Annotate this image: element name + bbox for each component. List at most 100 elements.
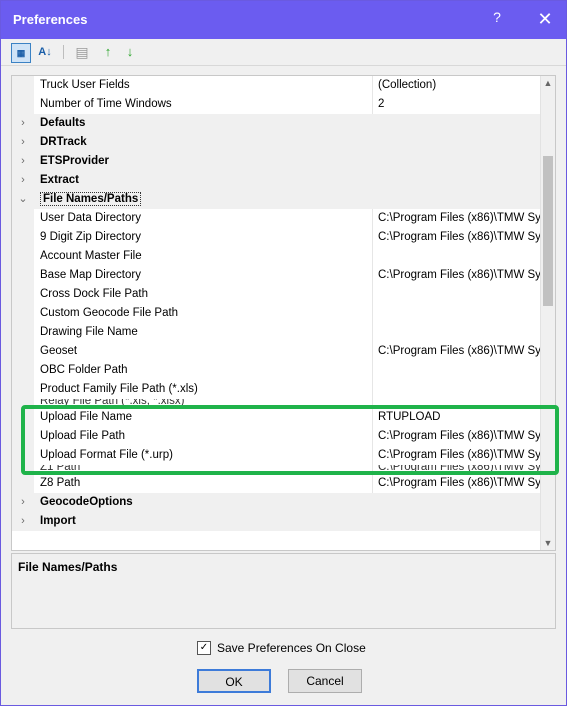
row-gutter [12,446,34,465]
property-value[interactable]: C:\Program Files (x86)\TMW Sy [378,266,542,285]
ok-button[interactable]: OK [197,669,271,693]
property-row[interactable]: Relay File Path (*.xls, *.xlsx) [12,399,542,408]
property-rows: Truck User Fields (Collection) Number of T… [12,76,542,531]
vertical-scrollbar[interactable]: ▲ ▼ [540,76,555,550]
property-row[interactable]: Upload Format File (*.urp) C:\Program Fil… [12,446,542,465]
category-row[interactable]: › DRTrack [12,133,542,152]
property-value[interactable]: (Collection) [378,76,542,95]
row-gutter [12,342,34,361]
property-name: Product Family File Path (*.xls) [40,383,198,395]
property-row[interactable]: Z1 Path C:\Program Files (x86)\TMW Sy [12,465,542,474]
property-row[interactable]: OBC Folder Path [12,361,542,380]
column-divider [372,228,373,247]
property-value[interactable]: C:\Program Files (x86)\TMW Sy [378,474,542,493]
scroll-down-icon[interactable]: ▼ [541,538,555,548]
close-icon[interactable]: ✕ [533,7,557,31]
chevron-right-icon[interactable]: › [12,171,34,190]
column-divider [372,304,373,323]
help-icon[interactable]: ? [487,9,507,29]
save-preferences-checkbox[interactable]: ✓ Save Preferences On Close [197,639,366,657]
property-value[interactable]: C:\Program Files (x86)\TMW Sy [378,342,542,361]
property-value[interactable]: C:\Program Files (x86)\TMW Sy [378,465,542,474]
description-title: File Names/Paths [18,560,118,574]
property-row[interactable]: Cross Dock File Path [12,285,542,304]
property-row[interactable]: Geoset C:\Program Files (x86)\TMW Sy [12,342,542,361]
checkbox-checked-icon[interactable]: ✓ [197,640,211,655]
column-divider [372,465,373,474]
category-row[interactable]: ⌄ File Names/Paths [12,190,542,209]
scroll-up-icon[interactable]: ▲ [541,78,555,88]
cancel-button[interactable]: Cancel [288,669,362,693]
property-pages-icon[interactable]: ▤ [73,43,91,61]
column-divider [372,446,373,465]
property-row[interactable]: Truck User Fields (Collection) [12,76,542,95]
window-title: Preferences [13,12,88,27]
property-value[interactable]: C:\Program Files (x86)\TMW Sy [378,446,542,465]
row-gutter [12,95,34,114]
alphabetical-sort-icon[interactable]: A↓ [35,43,55,61]
move-down-icon[interactable]: ↓ [123,43,137,61]
row-gutter [12,304,34,323]
property-row[interactable]: Product Family File Path (*.xls) [12,380,542,399]
property-name: Upload File Name [40,411,133,423]
property-grid-toolbar: ▦ A↓ ▤ ↑ ↓ [1,39,566,66]
property-row[interactable]: User Data Directory C:\Program Files (x86… [12,209,542,228]
chevron-down-icon[interactable]: ⌄ [12,190,34,209]
property-row[interactable]: 9 Digit Zip Directory C:\Program Files (x… [12,228,542,247]
column-divider [372,323,373,342]
row-gutter [12,474,34,493]
property-name: Truck User Fields [40,79,130,91]
property-row[interactable]: Custom Geocode File Path [12,304,542,323]
column-divider [372,474,373,493]
categorized-view-icon[interactable]: ▦ [11,43,31,63]
property-row[interactable]: Base Map Directory C:\Program Files (x86)… [12,266,542,285]
category-row[interactable]: › Import [12,512,542,531]
chevron-right-icon[interactable]: › [12,512,34,531]
category-label: DRTrack [40,136,87,148]
property-value[interactable]: C:\Program Files (x86)\TMW Sy [378,228,542,247]
category-row[interactable]: › Extract [12,171,542,190]
property-name: Cross Dock File Path [40,288,149,300]
property-row[interactable]: Upload File Path C:\Program Files (x86)\T… [12,427,542,446]
category-row[interactable]: › GeocodeOptions [12,493,542,512]
property-name: Account Master File [40,250,142,262]
row-gutter [12,323,34,342]
column-divider [372,380,373,399]
column-divider [372,76,373,95]
chevron-right-icon[interactable]: › [12,133,34,152]
column-divider [372,266,373,285]
category-label: GeocodeOptions [40,496,133,508]
column-divider [372,342,373,361]
property-name: Upload File Path [40,430,126,442]
column-divider [372,209,373,228]
scrollbar-thumb[interactable] [543,156,553,306]
property-row[interactable]: Number of Time Windows 2 [12,95,542,114]
row-gutter [12,361,34,380]
property-row[interactable]: Z8 Path C:\Program Files (x86)\TMW Sy [12,474,542,493]
category-label: File Names/Paths [40,190,370,209]
property-value[interactable]: RTUPLOAD [378,408,542,427]
chevron-right-icon[interactable]: › [12,493,34,512]
property-name: Z1 Path [40,465,81,473]
category-row[interactable]: › ETSProvider [12,152,542,171]
category-label: Extract [40,174,79,186]
property-name: Number of Time Windows [40,98,172,110]
property-row[interactable]: Drawing File Name [12,323,542,342]
column-divider [372,399,373,408]
property-row[interactable]: Account Master File [12,247,542,266]
property-value[interactable]: 2 [378,95,542,114]
row-gutter [12,209,34,228]
category-label: Import [40,515,76,527]
category-label: ETSProvider [40,155,110,167]
property-name: Custom Geocode File Path [40,307,179,319]
chevron-right-icon[interactable]: › [12,114,34,133]
property-value[interactable]: C:\Program Files (x86)\TMW Sy [378,427,542,446]
property-name: Relay File Path (*.xls, *.xlsx) [40,399,185,407]
column-divider [372,247,373,266]
category-row[interactable]: › Defaults [12,114,542,133]
move-up-icon[interactable]: ↑ [101,43,115,61]
chevron-right-icon[interactable]: › [12,152,34,171]
property-name: OBC Folder Path [40,364,128,376]
property-value[interactable]: C:\Program Files (x86)\TMW Sy [378,209,542,228]
property-row[interactable]: Upload File Name RTUPLOAD [12,408,542,427]
